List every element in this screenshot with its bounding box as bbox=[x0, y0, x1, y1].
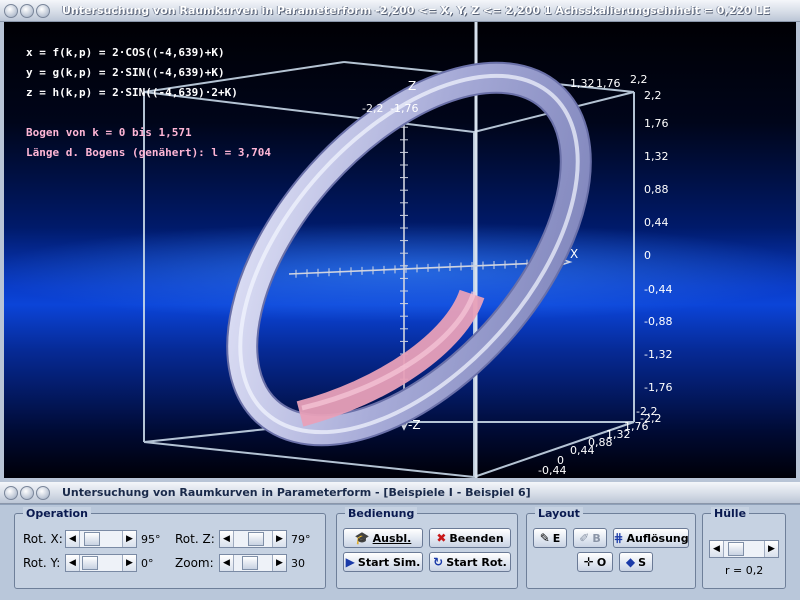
brush-icon: ✎ bbox=[539, 531, 550, 545]
huelle-group: Hülle ◀ ▶ r = 0,2 bbox=[702, 507, 786, 589]
right-tick: -0,44 bbox=[644, 283, 673, 296]
rot-x-slider[interactable]: ◀ ▶ bbox=[65, 530, 137, 548]
slider-thumb[interactable] bbox=[242, 556, 258, 570]
arrow-left-icon[interactable]: ◀ bbox=[220, 555, 234, 571]
grid-icon: ⋕ bbox=[613, 531, 624, 545]
top-tick: -2,2 bbox=[362, 102, 384, 115]
radius-value: r = 0,2 bbox=[725, 564, 764, 577]
control-window-title: Untersuchung von Raumkurven in Parameter… bbox=[62, 486, 531, 499]
top-tick: 1,76 bbox=[596, 77, 621, 90]
bottom-tick: -0,44 bbox=[538, 464, 567, 477]
formula-z: z = h(k,p) = 2·SIN((-4,639)·2+K) bbox=[26, 86, 238, 99]
main-window-titlebar: Untersuchung von Raumkurven in Parameter… bbox=[0, 0, 800, 22]
start-sim-button[interactable]: ▶ Start Sim. bbox=[343, 552, 423, 572]
arrow-left-icon[interactable]: ◀ bbox=[66, 555, 80, 571]
right-tick: 1,76 bbox=[644, 117, 669, 130]
window-menu-button[interactable] bbox=[4, 3, 18, 18]
window-maximize-button[interactable] bbox=[36, 485, 50, 500]
arrow-left-icon[interactable]: ◀ bbox=[710, 541, 724, 557]
arrow-left-icon[interactable]: ◀ bbox=[66, 531, 80, 547]
hide-icon: 🎓 bbox=[354, 531, 370, 545]
top-tick: 2,2 bbox=[630, 73, 648, 86]
window-minimize-button[interactable] bbox=[20, 3, 34, 18]
right-tick: -0,88 bbox=[644, 315, 673, 328]
arrow-right-icon[interactable]: ▶ bbox=[764, 541, 778, 557]
rot-x-label: Rot. X: bbox=[23, 532, 63, 546]
slider-thumb[interactable] bbox=[82, 556, 98, 570]
s-button[interactable]: ◆ S bbox=[619, 552, 653, 572]
slider-thumb[interactable] bbox=[84, 532, 100, 546]
control-window-titlebar: Untersuchung von Raumkurven in Parameter… bbox=[0, 482, 800, 504]
formula-x: x = f(k,p) = 2·COS((-4,639)+K) bbox=[26, 46, 225, 59]
radius-slider[interactable]: ◀ ▶ bbox=[709, 540, 779, 558]
close-icon: ✖ bbox=[436, 531, 447, 545]
play-icon: ▶ bbox=[345, 555, 355, 569]
bedienung-group: Bedienung 🎓 Ausbl. ✖ Beenden ▶ Start Sim… bbox=[336, 507, 518, 589]
horizon-glow bbox=[4, 222, 796, 322]
b-button[interactable]: ✐ B bbox=[573, 528, 607, 548]
bedienung-title: Bedienung bbox=[345, 507, 418, 520]
window-menu-button[interactable] bbox=[4, 485, 18, 500]
rot-z-label: Rot. Z: bbox=[175, 532, 215, 546]
rot-y-label: Rot. Y: bbox=[23, 556, 61, 570]
right-tick: -1,32 bbox=[644, 348, 673, 361]
z-axis-label: Z bbox=[408, 79, 417, 93]
huelle-title: Hülle bbox=[711, 507, 750, 520]
arrow-left-icon[interactable]: ◀ bbox=[220, 531, 234, 547]
arc-length-text: Länge d. Bogens (genähert): l = 3,704 bbox=[26, 146, 272, 159]
o-button[interactable]: ✛ O bbox=[577, 552, 613, 572]
arrow-right-icon[interactable]: ▶ bbox=[272, 555, 286, 571]
rot-z-slider[interactable]: ◀ ▶ bbox=[219, 530, 287, 548]
zoom-value: 30 bbox=[291, 557, 305, 570]
layout-group: Layout ✎ E ✐ B ⋕ Auflösung ✛ O ◆ S bbox=[526, 507, 696, 589]
crosshair-icon: ✛ bbox=[583, 555, 594, 569]
arrow-right-icon[interactable]: ▶ bbox=[122, 531, 136, 547]
window-frame-right bbox=[796, 22, 800, 478]
arrow-right-icon[interactable]: ▶ bbox=[272, 531, 286, 547]
right-tick: -1,76 bbox=[644, 381, 673, 394]
window-maximize-button[interactable] bbox=[36, 3, 50, 18]
e-button[interactable]: ✎ E bbox=[533, 528, 567, 548]
eraser-icon: ◆ bbox=[625, 555, 636, 569]
right-tick: 0,88 bbox=[644, 183, 669, 196]
rot-z-value: 79° bbox=[291, 533, 311, 546]
rot-y-slider[interactable]: ◀ ▶ bbox=[65, 554, 137, 572]
arrow-right-icon[interactable]: ▶ bbox=[122, 555, 136, 571]
plot-canvas[interactable]: x = f(k,p) = 2·COS((-4,639)+K) y = g(k,p… bbox=[4, 22, 796, 478]
slider-thumb[interactable] bbox=[728, 542, 744, 556]
bottom-tick: 0,44 bbox=[570, 444, 595, 457]
top-tick: -1,76 bbox=[390, 102, 419, 115]
main-window-title: Untersuchung von Raumkurven in Parameter… bbox=[62, 4, 770, 17]
formula-y: y = g(k,p) = 2·SIN((-4,639)+K) bbox=[26, 66, 225, 79]
control-panel: Operation Rot. X: ◀ ▶ 95° Rot. Y: ◀ ▶ 0°… bbox=[0, 504, 800, 600]
pen-icon: ✐ bbox=[579, 531, 590, 545]
layout-title: Layout bbox=[535, 507, 583, 520]
operation-group: Operation Rot. X: ◀ ▶ 95° Rot. Y: ◀ ▶ 0°… bbox=[14, 507, 326, 589]
slider-thumb[interactable] bbox=[248, 532, 264, 546]
window-minimize-button[interactable] bbox=[20, 485, 34, 500]
start-rot-button[interactable]: ↻ Start Rot. bbox=[429, 552, 511, 572]
operation-title: Operation bbox=[23, 507, 91, 520]
top-tick: 1,32 bbox=[570, 77, 595, 90]
beenden-button[interactable]: ✖ Beenden bbox=[429, 528, 511, 548]
right-tick: 1,32 bbox=[644, 150, 669, 163]
zoom-label: Zoom: bbox=[175, 556, 214, 570]
x-axis-label: X bbox=[570, 247, 579, 261]
right-tick: 0 bbox=[644, 249, 651, 262]
arc-range-text: Bogen von k = 0 bis 1,571 bbox=[26, 126, 192, 139]
rotate-icon: ↻ bbox=[433, 555, 444, 569]
aufloesung-button[interactable]: ⋕ Auflösung bbox=[613, 528, 689, 548]
zoom-slider[interactable]: ◀ ▶ bbox=[219, 554, 287, 572]
right-tick: 2,2 bbox=[644, 89, 662, 102]
neg-z-axis-label: -Z bbox=[408, 418, 421, 432]
right-tick: 0,44 bbox=[644, 216, 669, 229]
ausbl-button[interactable]: 🎓 Ausbl. bbox=[343, 528, 423, 548]
rot-y-value: 0° bbox=[141, 557, 154, 570]
rot-x-value: 95° bbox=[141, 533, 161, 546]
